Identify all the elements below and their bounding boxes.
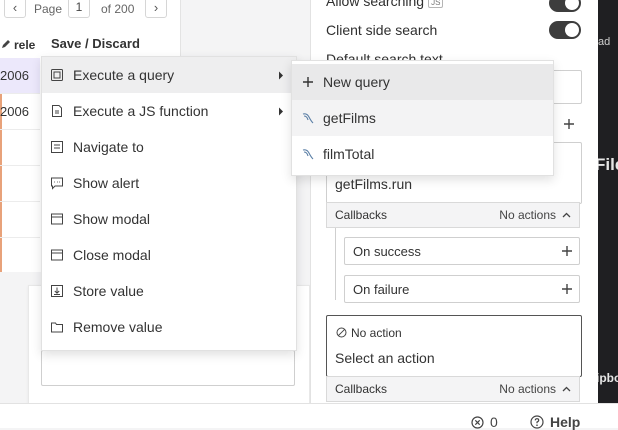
database-query-icon bbox=[302, 113, 314, 124]
menu-item-show-alert[interactable]: Show alert bbox=[42, 165, 296, 201]
no-actions-label: No actions bbox=[499, 208, 556, 222]
chevron-up-icon bbox=[562, 386, 571, 392]
action-selector-menu: Execute a query Execute a JS function Na… bbox=[41, 56, 297, 351]
table-row[interactable]: 2006 bbox=[0, 58, 40, 94]
table-row[interactable] bbox=[0, 130, 40, 166]
on-failure-label: On failure bbox=[353, 281, 410, 297]
action-value-text: getFilms.run bbox=[335, 176, 413, 192]
query-label: getFilms bbox=[323, 110, 376, 126]
no-action-label: No action bbox=[351, 326, 402, 340]
modal-input-field[interactable] bbox=[41, 350, 295, 386]
toggle-knob bbox=[565, 0, 579, 10]
caret-right-icon bbox=[279, 107, 283, 116]
strip-text: ipbo bbox=[598, 371, 618, 385]
bottom-status-bar: 0 Help bbox=[0, 403, 618, 430]
query-item-filmtotal[interactable]: filmTotal bbox=[292, 136, 553, 172]
menu-item-label: Close modal bbox=[73, 247, 151, 263]
table-cell: 2006 bbox=[0, 104, 29, 119]
query-icon bbox=[51, 69, 63, 81]
menu-item-label: Execute a JS function bbox=[73, 103, 209, 119]
folder-icon bbox=[51, 322, 63, 333]
select-action-box[interactable]: No action Select an action bbox=[326, 315, 582, 377]
chevron-left-icon: ‹ bbox=[12, 0, 18, 15]
strip-text: File bbox=[598, 155, 618, 174]
modal-icon bbox=[51, 213, 63, 225]
table-row[interactable] bbox=[0, 202, 40, 238]
menu-item-remove-value[interactable]: Remove value bbox=[42, 309, 296, 345]
add-icon[interactable] bbox=[561, 283, 573, 295]
help-button[interactable]: Help bbox=[530, 414, 580, 430]
callbacks-label: Callbacks bbox=[335, 382, 388, 396]
query-label: filmTotal bbox=[323, 146, 375, 162]
on-success-label: On success bbox=[353, 243, 421, 259]
menu-item-execute-query[interactable]: Execute a query bbox=[42, 57, 296, 93]
new-query-item[interactable]: New query bbox=[292, 64, 553, 100]
query-item-getfilms[interactable]: getFilms bbox=[292, 100, 553, 136]
add-icon[interactable] bbox=[563, 118, 575, 130]
chevron-right-icon: › bbox=[153, 0, 159, 15]
js-function-icon bbox=[52, 105, 62, 117]
canvas-edge-strip: ad File ipbo bbox=[598, 0, 618, 403]
on-failure-callback[interactable]: On failure bbox=[344, 275, 580, 303]
error-count: 0 bbox=[490, 414, 498, 430]
toggle-knob bbox=[565, 23, 579, 37]
page-count: of 200 bbox=[101, 2, 135, 16]
select-action-label: Select an action bbox=[335, 350, 435, 366]
plus-icon bbox=[303, 77, 313, 87]
js-badge[interactable]: JS bbox=[428, 0, 444, 8]
table-cell: 2006 bbox=[0, 68, 29, 83]
menu-item-label: Show modal bbox=[73, 211, 151, 227]
menu-item-navigate[interactable]: Navigate to bbox=[42, 129, 296, 165]
column-header-label: rele bbox=[14, 38, 36, 52]
chevron-up-icon bbox=[562, 212, 571, 218]
menu-item-store-value[interactable]: Store value bbox=[42, 273, 296, 309]
table-pagination: ‹ Page 1 of 200 › bbox=[0, 0, 180, 21]
query-submenu: New query getFilms filmTotal bbox=[291, 60, 554, 176]
menu-item-close-modal[interactable]: Close modal bbox=[42, 237, 296, 273]
menu-item-label: Show alert bbox=[73, 175, 140, 191]
navigate-icon bbox=[51, 141, 63, 153]
save-discard-header[interactable]: Save / Discard bbox=[51, 36, 140, 51]
table-row[interactable]: 2006 bbox=[0, 94, 40, 130]
help-label: Help bbox=[550, 414, 581, 430]
allow-searching-text: Allow searching bbox=[326, 0, 425, 9]
new-query-label: New query bbox=[323, 74, 390, 90]
allow-searching-label: Allow searching JS bbox=[326, 0, 444, 9]
menu-item-label: Remove value bbox=[73, 319, 163, 335]
on-success-callback[interactable]: On success bbox=[344, 237, 580, 265]
alert-icon bbox=[51, 177, 63, 190]
callbacks-bar[interactable]: Callbacks No actions bbox=[326, 376, 580, 402]
menu-item-execute-js[interactable]: Execute a JS function bbox=[42, 93, 296, 129]
no-actions-label: No actions bbox=[499, 382, 556, 396]
page-number-input[interactable]: 1 bbox=[68, 0, 90, 18]
no-action-icon bbox=[336, 327, 347, 338]
add-icon[interactable] bbox=[561, 245, 573, 257]
client-side-search-toggle[interactable] bbox=[549, 21, 581, 39]
client-side-search-label: Client side search bbox=[326, 22, 438, 38]
allow-searching-toggle[interactable] bbox=[549, 0, 581, 12]
menu-item-label: Store value bbox=[73, 283, 144, 299]
database-query-icon bbox=[302, 149, 314, 160]
callbacks-bar[interactable]: Callbacks No actions bbox=[326, 202, 580, 228]
modal-icon bbox=[51, 249, 63, 261]
prev-page-button[interactable]: ‹ bbox=[4, 0, 26, 18]
pencil-icon bbox=[2, 40, 10, 48]
menu-item-label: Execute a query bbox=[73, 67, 175, 83]
menu-item-show-modal[interactable]: Show modal bbox=[42, 201, 296, 237]
column-header-release[interactable]: rele bbox=[0, 32, 40, 59]
callback-tree-line bbox=[335, 228, 336, 300]
store-icon bbox=[51, 285, 63, 297]
callbacks-label: Callbacks bbox=[335, 208, 388, 222]
strip-text: ad bbox=[598, 36, 611, 48]
menu-item-label: Navigate to bbox=[73, 139, 144, 155]
error-count-button[interactable]: 0 bbox=[471, 414, 498, 430]
table-row[interactable] bbox=[0, 166, 40, 202]
next-page-button[interactable]: › bbox=[145, 0, 167, 18]
page-label: Page bbox=[34, 2, 63, 16]
caret-right-icon bbox=[279, 71, 283, 80]
